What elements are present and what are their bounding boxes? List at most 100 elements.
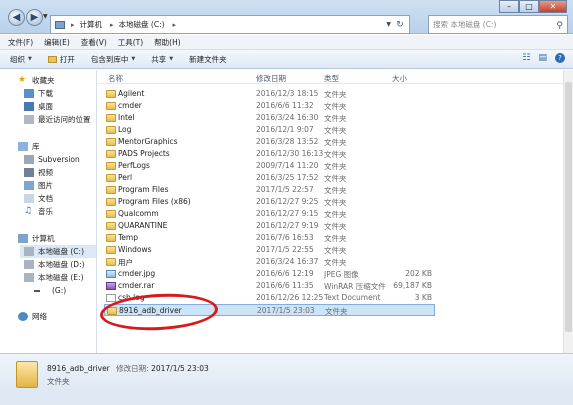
file-row[interactable]: cmder 2016/6/6 11:32 文件夹 xyxy=(104,100,434,112)
breadcrumb-separator[interactable]: ▸ xyxy=(173,21,177,29)
nav-network[interactable]: 网络 xyxy=(18,310,47,323)
open-button[interactable]: 打开 xyxy=(47,54,75,65)
nav-recent[interactable]: 最近访问的位置 xyxy=(24,113,91,126)
folder-icon xyxy=(106,126,116,134)
column-size[interactable]: 大小 xyxy=(392,73,407,84)
forward-button[interactable]: ▶ xyxy=(26,9,43,26)
nav-videos[interactable]: 视频 xyxy=(24,166,53,179)
navigation-pane: ★ 收藏夹 下载 桌面 最近访问的位置 库 Subversion 视频 图片 文… xyxy=(0,70,97,353)
file-row[interactable]: 用户 2016/3/24 16:37 文件夹 xyxy=(104,256,434,268)
folder-icon xyxy=(106,162,116,170)
open-icon xyxy=(47,55,57,63)
file-date: 2016/12/1 9:07 xyxy=(256,125,314,134)
nav-label: 文档 xyxy=(38,194,53,203)
column-name[interactable]: 名称 xyxy=(108,73,123,84)
file-row[interactable]: 8916_adb_driver 2017/1/5 23:03 文件夹 xyxy=(104,304,435,316)
file-type: 文件夹 xyxy=(324,186,347,195)
file-row[interactable]: PerfLogs 2009/7/14 11:20 文件夹 xyxy=(104,160,434,172)
recent-pages-dropdown[interactable]: ▼ xyxy=(43,13,48,20)
help-icon[interactable]: ? xyxy=(555,53,565,63)
file-row[interactable]: Program Files 2017/1/5 22:57 文件夹 xyxy=(104,184,434,196)
file-name: Qualcomm xyxy=(118,209,159,218)
file-date: 2016/3/28 13:52 xyxy=(256,137,319,146)
nav-pictures[interactable]: 图片 xyxy=(24,179,53,192)
nav-drive-e[interactable]: 本地磁盘 (E:) xyxy=(24,271,84,284)
include-in-library-button[interactable]: 包含到库中 ▼ xyxy=(91,54,135,65)
menu-view[interactable]: 查看(V) xyxy=(81,37,107,48)
nav-drive-d[interactable]: 本地磁盘 (D:) xyxy=(24,258,85,271)
file-type: WinRAR 压缩文件 xyxy=(324,282,386,291)
nav-subversion[interactable]: Subversion xyxy=(24,153,80,166)
nav-downloads[interactable]: 下载 xyxy=(24,87,53,100)
organize-button[interactable]: 组织 ▼ xyxy=(10,54,32,65)
scrollbar-thumb[interactable] xyxy=(565,82,572,332)
nav-favorites[interactable]: ★ 收藏夹 xyxy=(18,74,55,87)
file-row[interactable]: Perl 2016/3/25 17:52 文件夹 xyxy=(104,172,434,184)
new-folder-button[interactable]: 新建文件夹 xyxy=(189,54,227,65)
file-row[interactable]: cmder.jpg 2016/6/6 12:19 JPEG 图像 202 KB xyxy=(104,268,434,280)
nav-libraries[interactable]: 库 xyxy=(18,140,40,153)
file-row[interactable]: cmder.rar 2016/6/6 11:35 WinRAR 压缩文件 69,187… xyxy=(104,280,434,292)
toolbar-right: ☷ ▤ ? xyxy=(522,53,565,63)
file-date: 2016/12/27 9:19 xyxy=(256,221,319,230)
folder-icon xyxy=(16,361,38,388)
file-row[interactable]: Program Files (x86) 2016/12/27 9:25 文件夹 xyxy=(104,196,434,208)
file-row[interactable]: QUARANTINE 2016/12/27 9:19 文件夹 xyxy=(104,220,434,232)
file-type: 文件夹 xyxy=(325,307,348,316)
file-row[interactable]: Log 2016/12/1 9:07 文件夹 xyxy=(104,124,434,136)
file-row[interactable]: csb.log 2016/12/26 12:25 Text Document 3 KB xyxy=(104,292,434,304)
menu-edit[interactable]: 编辑(E) xyxy=(44,37,70,48)
back-button[interactable]: ◀ xyxy=(8,9,25,26)
file-row[interactable]: Intel 2016/3/24 16:30 文件夹 xyxy=(104,112,434,124)
file-row[interactable]: Agilent 2016/12/3 18:15 文件夹 xyxy=(104,88,434,100)
vertical-scrollbar[interactable] xyxy=(563,70,573,353)
breadcrumb-separator[interactable]: ▸ xyxy=(110,21,114,29)
share-button[interactable]: 共享 ▼ xyxy=(151,54,173,65)
command-bar: 组织 ▼ 打开 包含到库中 ▼ 共享 ▼ 新建文件夹 ☷ ▤ ? xyxy=(0,50,573,69)
nav-computer[interactable]: 计算机 xyxy=(18,232,55,245)
nav-drive-c[interactable]: 本地磁盘 (C:) xyxy=(20,245,96,258)
file-date: 2009/7/14 11:20 xyxy=(256,161,319,170)
refresh-icon[interactable]: ↻ xyxy=(394,18,406,32)
search-input[interactable]: 搜索 本地磁盘 (C:) ⚲ xyxy=(428,15,568,34)
file-row[interactable]: Temp 2016/7/6 16:53 文件夹 xyxy=(104,232,434,244)
details-modified-label: 修改日期: xyxy=(116,364,149,373)
nav-label: 音乐 xyxy=(38,207,53,216)
file-type: 文件夹 xyxy=(324,90,347,99)
breadcrumb-computer[interactable]: 计算机 xyxy=(80,19,103,30)
details-line1: 8916_adb_driver 修改日期: 2017/1/5 23:03 xyxy=(47,363,209,374)
file-date: 2016/12/3 18:15 xyxy=(256,89,319,98)
preview-pane-icon[interactable]: ▤ xyxy=(538,53,547,63)
menu-tools[interactable]: 工具(T) xyxy=(118,37,143,48)
address-dropdown-icon[interactable]: ▼ xyxy=(386,21,391,28)
nav-drive-g[interactable]: (G:) xyxy=(34,284,66,297)
column-date[interactable]: 修改日期 xyxy=(256,73,286,84)
nav-desktop[interactable]: 桌面 xyxy=(24,100,53,113)
close-button[interactable]: ✕ xyxy=(539,0,567,13)
menu-help[interactable]: 帮助(H) xyxy=(154,37,181,48)
nav-label: 计算机 xyxy=(32,234,55,243)
file-row[interactable]: Qualcomm 2016/12/27 9:15 文件夹 xyxy=(104,208,434,220)
address-bar[interactable]: ▸ 计算机 ▸ 本地磁盘 (C:) ▸ ▼ ↻ xyxy=(50,15,410,34)
breadcrumb-separator[interactable]: ▸ xyxy=(71,21,75,29)
folder-icon xyxy=(106,138,116,146)
view-options-icon[interactable]: ☷ xyxy=(522,53,530,63)
file-name: Temp xyxy=(118,233,138,242)
column-type[interactable]: 类型 xyxy=(324,73,339,84)
nav-label: 图片 xyxy=(38,181,53,190)
file-row[interactable]: Windows 2017/1/5 22:55 文件夹 xyxy=(104,244,434,256)
file-type: 文件夹 xyxy=(324,246,347,255)
folder-icon xyxy=(106,102,116,110)
file-row[interactable]: PADS Projects 2016/12/30 16:13 文件夹 xyxy=(104,148,434,160)
maximize-button[interactable]: □ xyxy=(519,0,539,13)
breadcrumb-drive-c[interactable]: 本地磁盘 (C:) xyxy=(119,19,165,30)
menu-file[interactable]: 文件(F) xyxy=(8,37,33,48)
nav-music[interactable]: ♫ 音乐 xyxy=(24,205,53,218)
nav-documents[interactable]: 文档 xyxy=(24,192,53,205)
minimize-button[interactable]: – xyxy=(499,0,519,13)
folder-icon xyxy=(106,222,116,230)
folder-icon xyxy=(106,246,116,254)
file-type: 文件夹 xyxy=(324,210,347,219)
file-row[interactable]: MentorGraphics 2016/3/28 13:52 文件夹 xyxy=(104,136,434,148)
file-date: 2017/1/5 22:57 xyxy=(256,185,314,194)
